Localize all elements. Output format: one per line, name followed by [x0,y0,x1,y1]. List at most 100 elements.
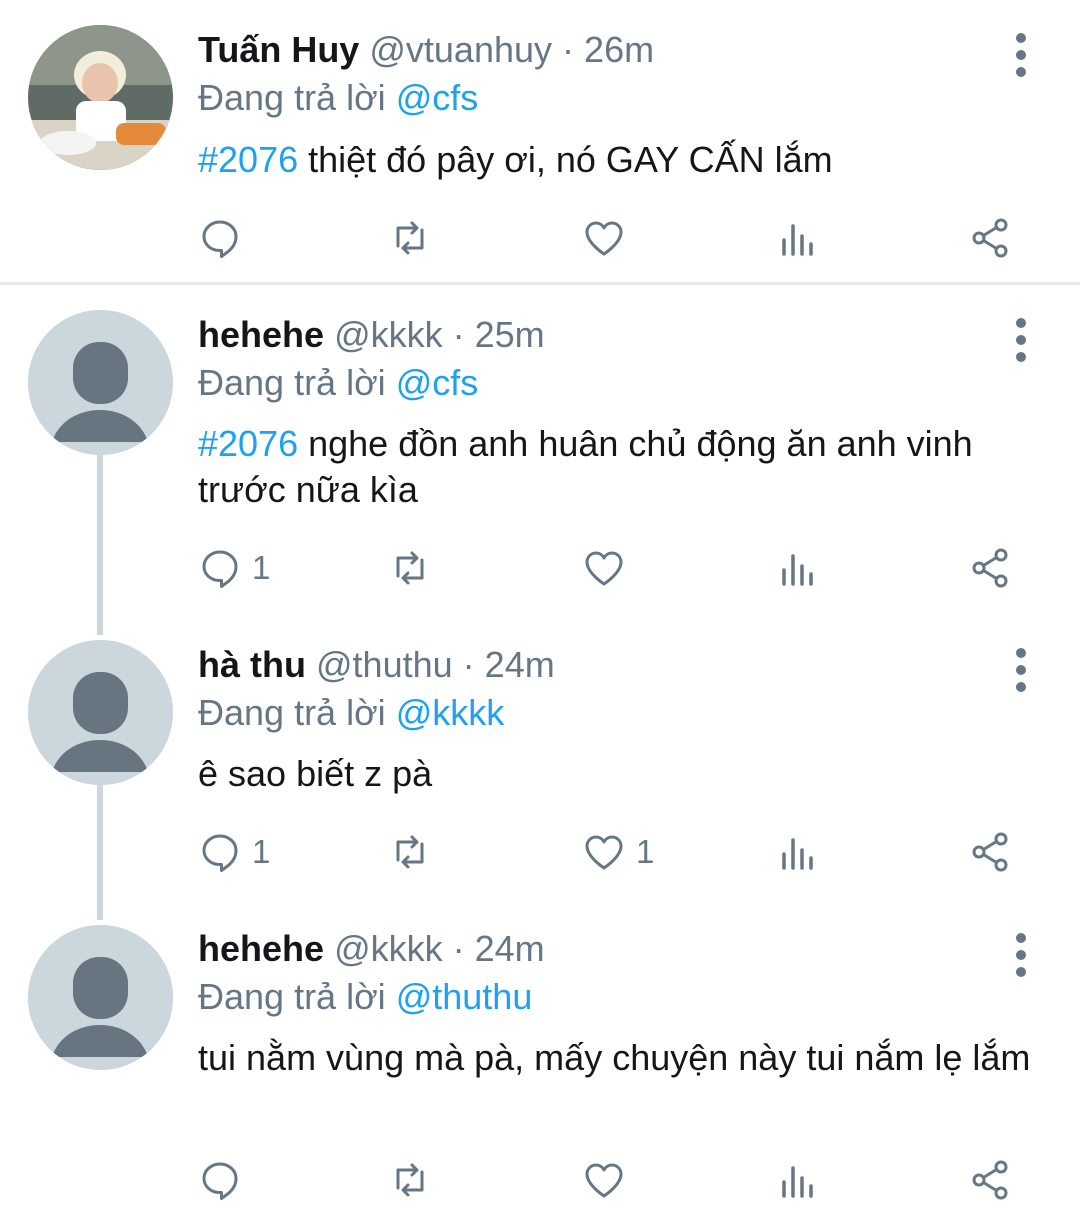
analytics-button[interactable] [776,538,820,598]
share-button[interactable] [968,208,1012,268]
display-name[interactable]: hehehe [198,928,324,969]
replying-prefix: Đang trả lời [198,362,386,403]
action-bar: 1 [198,538,1038,598]
display-name[interactable]: hehehe [198,314,324,355]
heart-icon [585,221,623,256]
default-avatar-icon [28,925,173,1070]
display-name[interactable]: hà thu [198,644,306,685]
separator: · [452,314,465,355]
replying-prefix: Đang trả lời [198,692,386,733]
more-vertical-icon [1016,648,1026,692]
like-button[interactable] [582,1150,636,1210]
mention-link[interactable]: @thuthu [396,976,533,1017]
avatar[interactable] [28,310,173,455]
mention-link[interactable]: @cfs [396,362,479,403]
heart-icon [585,1163,623,1198]
mention-link[interactable]: @cfs [396,77,479,118]
heart-icon [585,835,623,870]
reply-button[interactable]: 1 [198,822,270,882]
more-vertical-icon [1016,33,1026,77]
tweet-body: nghe đồn anh huân chủ động ăn anh vinh t… [198,423,973,510]
share-icon [972,548,1008,588]
tweet[interactable]: Tuấn Huy @vtuanhuy · 26m Đang trả lời @c… [0,0,1080,282]
tweet-text: #2076 thiệt đó pây ơi, nó GAY CẤN lắm [198,137,1040,183]
reply-count: 1 [252,549,271,586]
action-bar: 1 1 [198,822,1038,882]
analytics-button[interactable] [776,822,820,882]
timestamp[interactable]: 24m [485,644,555,685]
analytics-icon [782,1166,813,1198]
replying-to: Đang trả lời @cfs [198,76,478,120]
user-handle[interactable]: @vtuanhuy [369,29,552,70]
more-options-button[interactable] [1004,930,1038,980]
replying-prefix: Đang trả lời [198,77,386,118]
user-handle[interactable]: @thuthu [316,644,453,685]
more-vertical-icon [1016,933,1026,977]
reply-icon [202,220,238,258]
analytics-button[interactable] [776,1150,820,1210]
retweet-button[interactable] [388,1150,442,1210]
retweet-button[interactable] [388,822,442,882]
more-options-button[interactable] [1004,315,1038,365]
reply-button[interactable] [198,1150,252,1210]
analytics-icon [782,838,813,870]
tweet[interactable]: hà thu @thuthu · 24m Đang trả lời @kkkk … [0,630,1080,910]
tweet-header: Tuấn Huy @vtuanhuy · 26m [198,28,654,72]
share-icon [972,1160,1008,1200]
timestamp[interactable]: 25m [475,314,545,355]
mention-link[interactable]: @kkkk [396,692,505,733]
analytics-icon [782,224,813,256]
like-button[interactable]: 1 [582,822,654,882]
tweet[interactable]: hehehe @kkkk · 25m Đang trả lời @cfs #20… [0,300,1080,610]
avatar[interactable] [28,25,173,170]
replying-to: Đang trả lời @thuthu [198,975,532,1019]
more-options-button[interactable] [1004,30,1038,80]
reply-button[interactable]: 1 [198,538,270,598]
user-photo-icon [28,25,173,170]
reply-button[interactable] [198,208,252,268]
timestamp[interactable]: 26m [584,29,654,70]
timestamp[interactable]: 24m [475,928,545,969]
like-button[interactable] [582,208,636,268]
user-handle[interactable]: @kkkk [334,314,443,355]
share-icon [972,218,1008,258]
tweet-text: tui nằm vùng mà pà, mấy chuyện này tui n… [198,1035,1040,1081]
separator: · [562,29,575,70]
tweet-body: ê sao biết z pà [198,753,433,794]
hashtag-link[interactable]: #2076 [198,423,298,464]
tweet-header: hà thu @thuthu · 24m [198,643,555,687]
reply-icon [202,834,238,872]
tweet-text: ê sao biết z pà [198,751,1040,797]
like-button[interactable] [582,538,636,598]
hashtag-link[interactable]: #2076 [198,139,298,180]
retweet-icon [396,1163,424,1197]
tweet[interactable]: hehehe @kkkk · 24m Đang trả lời @thuthu … [0,915,1080,1211]
more-vertical-icon [1016,318,1026,362]
share-button[interactable] [968,822,1012,882]
retweet-button[interactable] [388,208,442,268]
separator: · [462,644,475,685]
share-icon [972,832,1008,872]
avatar[interactable] [28,640,173,785]
retweet-button[interactable] [388,538,442,598]
tweet-body: tui nằm vùng mà pà, mấy chuyện này tui n… [198,1037,1031,1078]
default-avatar-icon [28,640,173,785]
reply-count: 1 [252,833,271,870]
user-handle[interactable]: @kkkk [334,928,443,969]
separator: · [452,928,465,969]
avatar[interactable] [28,925,173,1070]
display-name[interactable]: Tuấn Huy [198,29,359,70]
action-bar [198,208,1038,268]
retweet-icon [396,551,424,585]
share-button[interactable] [968,1150,1012,1210]
more-options-button[interactable] [1004,645,1038,695]
analytics-button[interactable] [776,208,820,268]
tweet-header: hehehe @kkkk · 25m [198,313,545,357]
tweet-header: hehehe @kkkk · 24m [198,927,545,971]
replying-to: Đang trả lời @cfs [198,361,478,405]
like-count: 1 [636,833,655,870]
retweet-icon [396,835,424,869]
divider [0,282,1080,285]
action-bar [198,1150,1038,1210]
share-button[interactable] [968,538,1012,598]
